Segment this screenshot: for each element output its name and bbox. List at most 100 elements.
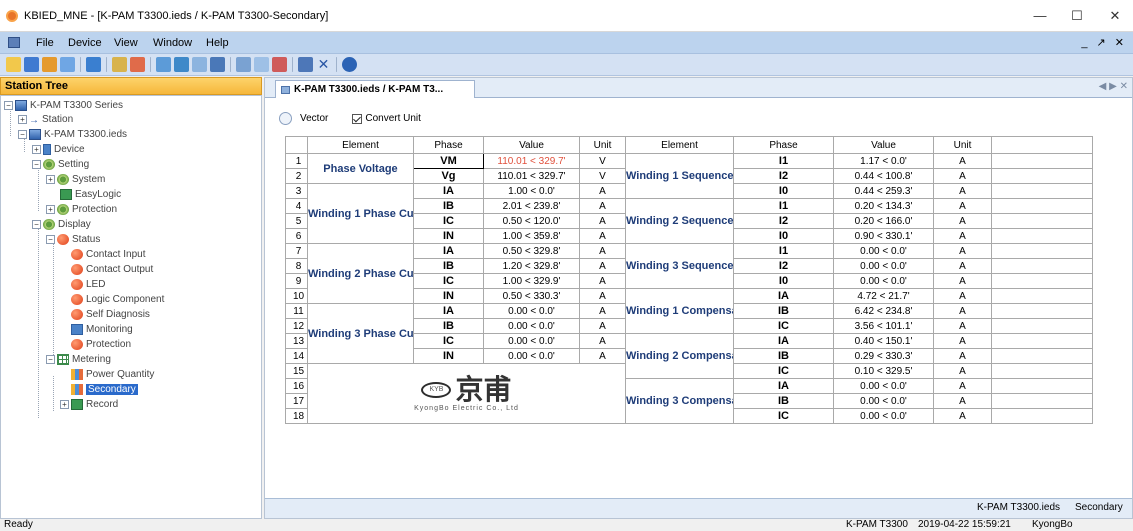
tree-node-easylogic[interactable]: EasyLogic (60, 188, 121, 202)
tree-node-ieds[interactable]: − K-PAM T3300.ieds (18, 128, 127, 142)
upload-icon[interactable] (86, 57, 101, 72)
value-cell: 0.00 < 0.0' (483, 348, 580, 364)
menu-help[interactable]: Help (206, 37, 229, 49)
monitor-icon[interactable] (192, 57, 207, 72)
convert-unit-label[interactable]: Convert Unit (365, 113, 421, 124)
group-winding3-sequence: Winding 3 Sequence Current (625, 243, 734, 289)
value-cell: 1.00 < 329.9' (483, 273, 580, 289)
tree-node-led[interactable]: LED (71, 278, 105, 292)
close-icon[interactable]: ✕ (1100, 6, 1130, 26)
menu-device[interactable]: Device (68, 37, 102, 49)
tree-node-contact-output[interactable]: Contact Output (71, 263, 153, 277)
phase-cell: I0 (733, 273, 834, 289)
value-cell: 0.00 < 0.0' (483, 318, 580, 334)
blank-cell (991, 198, 1093, 214)
phase-cell: I1 (733, 243, 834, 259)
open-icon[interactable] (24, 57, 39, 72)
tree-node-secondary[interactable]: Secondary (71, 383, 138, 397)
help-icon[interactable] (342, 57, 357, 72)
unit-cell: A (933, 303, 992, 319)
secondary-metering-table: Element Phase Value Unit Element Phase V… (285, 136, 1093, 424)
value-cell: 0.50 < 330.3' (483, 288, 580, 304)
phase-cell: IC (413, 333, 484, 349)
bottom-tab-ieds[interactable]: K-PAM T3300.ieds (977, 502, 1060, 513)
blank-cell (991, 273, 1093, 289)
unit-cell: A (579, 213, 626, 229)
event-icon[interactable] (298, 57, 313, 72)
compare-icon[interactable] (174, 57, 189, 72)
unit-cell: A (579, 288, 626, 304)
connect-icon[interactable] (60, 57, 75, 72)
menu-file[interactable]: File (36, 37, 54, 49)
tree-node-device[interactable]: + Device (32, 143, 85, 157)
tree-node-metering[interactable]: − Metering (46, 353, 111, 367)
row-number: 17 (285, 393, 308, 409)
new-icon[interactable] (6, 57, 21, 72)
phase-cell: I2 (733, 213, 834, 229)
download-icon[interactable] (112, 57, 127, 72)
tree-node-display[interactable]: − Display (32, 218, 91, 232)
phase-cell[interactable]: VM (413, 153, 484, 169)
minimize-icon[interactable]: — (1025, 6, 1055, 26)
tree-node-setting-protection[interactable]: + Protection (46, 203, 117, 217)
convert-unit-checkbox[interactable] (352, 113, 363, 124)
phase-cell: IA (413, 303, 484, 319)
tree-node-status[interactable]: − Status (46, 233, 100, 247)
read-icon[interactable] (130, 57, 145, 72)
view-options: Vector Convert Unit (279, 112, 421, 128)
tree-node-setting[interactable]: − Setting (32, 158, 89, 172)
unit-cell: A (579, 228, 626, 244)
menu-view[interactable]: View (114, 37, 138, 49)
phase-cell: Vg (413, 168, 484, 184)
save-icon[interactable] (42, 57, 57, 72)
blank-cell (991, 363, 1093, 379)
value-cell: 0.00 < 0.0' (483, 303, 580, 319)
tree-node-system[interactable]: + System (46, 173, 105, 187)
document-menu-icon[interactable] (8, 37, 20, 48)
unit-cell: A (579, 303, 626, 319)
setting-icon[interactable] (236, 57, 251, 72)
maximize-icon[interactable]: ☐ (1062, 6, 1092, 26)
row-number: 10 (285, 288, 308, 304)
logo-english: KyongBo Electric Co., Ltd (414, 404, 519, 412)
bottom-tab-secondary[interactable]: Secondary (1075, 502, 1123, 513)
phase-cell: IA (733, 378, 834, 394)
tree-node-series[interactable]: − K-PAM T3300 Series (4, 99, 123, 113)
tree-node-power-quantity[interactable]: Power Quantity (71, 368, 154, 382)
unit-cell: A (933, 333, 992, 349)
mdi-window-controls[interactable]: _ ↗ ✕ (1081, 36, 1127, 49)
tree-node-station[interactable]: + → Station (18, 113, 73, 127)
tree-node-logic-component[interactable]: Logic Component (71, 293, 164, 307)
phase-cell: IB (733, 303, 834, 319)
delete-icon[interactable]: ✕ (316, 57, 331, 72)
tree-node-status-protection[interactable]: Protection (71, 338, 131, 352)
phase-cell: IA (413, 183, 484, 199)
tab-scroll-arrows-icon[interactable]: ◀ ▶ ✕ (1099, 81, 1128, 92)
menu-window[interactable]: Window (153, 37, 192, 49)
vector-icon[interactable] (279, 112, 292, 125)
graph-icon[interactable] (254, 57, 269, 72)
tree-node-self-diagnosis[interactable]: Self Diagnosis (71, 308, 150, 322)
value-cell: 0.44 < 100.8' (833, 168, 934, 184)
unit-cell: A (579, 318, 626, 334)
vector-label[interactable]: Vector (300, 113, 328, 124)
value-cell: 1.20 < 329.8' (483, 258, 580, 274)
row-number: 6 (285, 228, 308, 244)
station-tree-header: Station Tree (0, 77, 262, 95)
blank-cell (991, 318, 1093, 334)
tab-secondary[interactable]: K-PAM T3300.ieds / K-PAM T3... (275, 80, 475, 98)
unit-cell: A (933, 213, 992, 229)
unit-cell: A (579, 273, 626, 289)
tree-node-monitoring[interactable]: Monitoring (71, 323, 133, 337)
phase-cell: I0 (733, 183, 834, 199)
phase-cell: IN (413, 348, 484, 364)
row-number: 16 (285, 378, 308, 394)
write-icon[interactable] (156, 57, 171, 72)
toolbar-separator (80, 57, 81, 72)
blank-cell (991, 288, 1093, 304)
tree-node-contact-input[interactable]: Contact Input (71, 248, 145, 262)
tab-label: K-PAM T3300.ieds / K-PAM T3... (294, 84, 444, 95)
report-icon[interactable] (210, 57, 225, 72)
waveform-icon[interactable] (272, 57, 287, 72)
tree-node-record[interactable]: + Record (60, 398, 118, 412)
